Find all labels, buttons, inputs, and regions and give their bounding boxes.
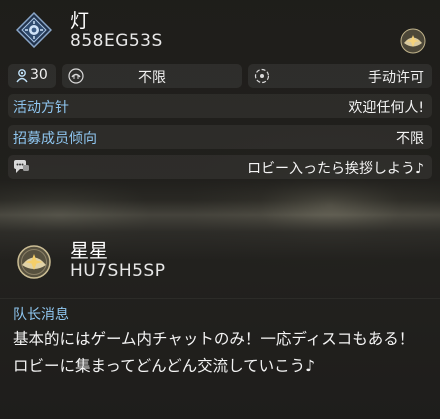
leader-badge-icon[interactable] [400, 28, 426, 54]
lobby-name: 灯 [70, 10, 90, 32]
lobby-emblem-icon [16, 12, 52, 48]
lobby-code: 858EG53S [70, 31, 163, 51]
member-count-pill: 30 [8, 64, 56, 88]
lobby-stats-row: 30 不限 手动许可 [8, 64, 432, 88]
tendency-row: 招募成员倾向 不限 [8, 125, 432, 149]
tendency-label: 招募成员倾向 [13, 131, 97, 147]
leader-info-panel: 星星 HU7SH5SP 队长消息 基本的にはゲーム内チャットのみ！一応ディスコも… [0, 230, 440, 419]
permission-left-pill: 不限 [62, 64, 242, 88]
chat-bubble-icon [14, 160, 29, 173]
policy-row: 活动方针 欢迎任何人! [8, 94, 432, 118]
policy-label: 活动方针 [13, 100, 69, 116]
permission-right-pill: 手动许可 [248, 64, 432, 88]
permission-right-value: 手动许可 [368, 70, 424, 86]
comment-text: ロビー入ったら挨拶しよう♪ [247, 161, 424, 177]
leader-message: 基本的にはゲーム内チャットのみ！一応ディスコもある！ロビーに集まってどんどん交流… [13, 330, 415, 375]
leader-message-label: 队长消息 [13, 307, 69, 323]
lobby-info-panel: 灯 858EG53S 30 不限 手动许可 活动方针 欢迎任何人! 招募成员倾向… [0, 0, 440, 186]
tendency-value: 不限 [396, 131, 424, 147]
member-icon [16, 69, 28, 83]
leader-code: HU7SH5SP [70, 261, 166, 281]
policy-value: 欢迎任何人! [348, 100, 424, 116]
leader-name: 星星 [70, 240, 109, 262]
leader-emblem-icon[interactable] [16, 244, 52, 280]
approval-icon [254, 68, 270, 84]
comment-row: ロビー入ったら挨拶しよう♪ [8, 155, 432, 179]
member-count: 30 [30, 67, 48, 83]
permission-left-value: 不限 [138, 70, 166, 86]
divider [0, 298, 440, 299]
